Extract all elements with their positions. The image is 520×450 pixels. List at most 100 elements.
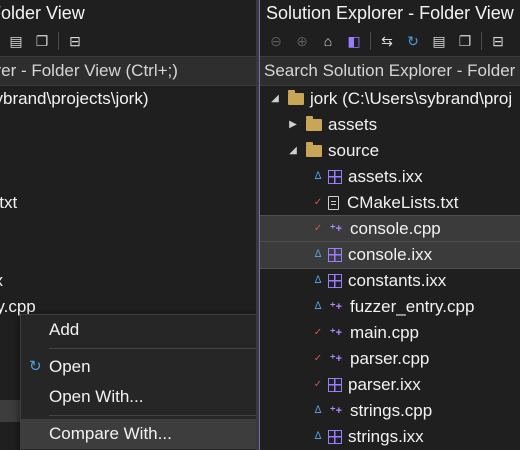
context-menu-separator <box>49 348 256 349</box>
tree-row-label: fuzzer_entry.cpp <box>350 297 475 316</box>
tree-row-label: main.cpp <box>350 323 419 342</box>
left-pane-title: Folder View <box>0 3 85 23</box>
collapse-all-icon[interactable]: ▤ <box>6 31 26 51</box>
left-solution-explorer-pane: Folder View ▤ ❐ ⊟ orer - Folder View (Ct… <box>0 0 256 450</box>
context-menu-add[interactable]: Add <box>21 315 256 345</box>
tree-row[interactable] <box>0 164 256 190</box>
tree-file-row[interactable]: ✓ ⁺+ console.cpp <box>260 215 520 243</box>
checked-in-lock-icon: ᐃ <box>314 249 322 260</box>
tree-row-label: console.cpp <box>350 219 441 238</box>
cpp-file-icon: ⁺+ <box>329 327 343 339</box>
tree-row[interactable] <box>0 242 256 268</box>
pending-edit-check-icon: ✓ <box>313 379 323 390</box>
tree-folder-row[interactable]: ◢ jork (C:\Users\sybrand\proj <box>260 86 520 112</box>
right-search-input[interactable]: Search Solution Explorer - Folder <box>260 56 520 86</box>
tree-folder-row[interactable]: ▶ assets <box>260 112 520 138</box>
tree-row-label: jork (C:\Users\sybrand\proj <box>310 89 513 108</box>
right-toolbar: ⊖ ⊕ ⌂ ◧ ⇆ ↻ ▤ ❐ ⊟ <box>260 26 520 56</box>
checked-in-lock-icon: ᐃ <box>314 405 322 416</box>
tree-file-row[interactable]: ✓ CMakeLists.txt <box>260 190 520 216</box>
properties-icon[interactable]: ⊟ <box>65 31 85 51</box>
folder-icon <box>306 116 322 131</box>
tree-folder-row[interactable]: ◢ source <box>260 138 520 164</box>
pending-edit-check-icon: ✓ <box>313 353 323 364</box>
tree-file-row[interactable]: ᐃ ⁺+ strings.cpp <box>260 398 520 424</box>
collapse-all-icon[interactable]: ▤ <box>429 31 449 51</box>
show-all-files-icon[interactable]: ❐ <box>455 31 475 51</box>
tree-file-row[interactable]: ✓ ⁺+ main.cpp <box>260 320 520 346</box>
toolbar-separator <box>481 32 482 50</box>
module-file-icon <box>328 378 342 392</box>
switch-views-icon[interactable]: ◧ <box>344 31 364 51</box>
right-pane-title: Solution Explorer - Folder View <box>266 3 514 23</box>
sync-icon[interactable]: ⇆ <box>377 31 397 51</box>
pending-edit-check-icon: ✓ <box>313 197 323 208</box>
tree-row[interactable]: sybrand\projects\jork) <box>0 86 256 112</box>
expand-arrow-icon[interactable]: ▶ <box>286 112 300 138</box>
tree-row[interactable] <box>0 138 256 164</box>
toolbar-separator <box>58 32 59 50</box>
tree-row-label: parser.cpp <box>350 349 430 368</box>
context-menu-open-with[interactable]: Open With... <box>21 382 256 412</box>
text-file-icon <box>328 196 339 210</box>
cpp-file-icon: ⁺+ <box>329 353 343 365</box>
folder-icon <box>288 90 304 105</box>
tree-row-label: console.ixx <box>348 245 433 264</box>
tree-file-row[interactable]: ᐃ constants.ixx <box>260 268 520 294</box>
properties-icon[interactable]: ⊟ <box>488 31 508 51</box>
context-menu: Add ↻ Open Open With... Compare With... <box>20 314 256 450</box>
module-file-icon <box>328 430 342 444</box>
right-solution-explorer-pane: Solution Explorer - Folder View ⊖ ⊕ ⌂ ◧ … <box>259 0 520 450</box>
back-icon[interactable]: ⊖ <box>266 31 286 51</box>
folder-icon <box>306 142 322 157</box>
tree-file-row[interactable]: ✓ ⁺+ parser.cpp <box>260 346 520 372</box>
collapse-arrow-icon[interactable]: ◢ <box>268 86 282 112</box>
tree-row-label: xx <box>0 268 3 294</box>
refresh-icon[interactable]: ↻ <box>403 31 423 51</box>
forward-icon[interactable]: ⊕ <box>292 31 312 51</box>
left-search-input[interactable]: orer - Folder View (Ctrl+;) <box>0 56 256 86</box>
tree-row[interactable] <box>0 112 256 138</box>
home-icon[interactable]: ⌂ <box>318 31 338 51</box>
checked-in-lock-icon: ᐃ <box>314 171 322 182</box>
tree-file-row[interactable]: ᐃ assets.ixx <box>260 164 520 190</box>
tree-row-label: CMakeLists.txt <box>347 193 459 212</box>
tree-file-row[interactable]: ᐃ console.ixx <box>260 241 520 269</box>
tree-file-row[interactable]: ✓ parser.ixx <box>260 372 520 398</box>
toolbar-separator <box>370 32 371 50</box>
tree-row[interactable]: xx <box>0 268 256 294</box>
tree-row-label: assets.ixx <box>348 167 423 186</box>
refresh-open-icon: ↻ <box>29 358 42 375</box>
cpp-file-icon: ⁺+ <box>329 301 343 313</box>
checked-in-lock-icon: ᐃ <box>314 301 322 312</box>
show-all-files-icon[interactable]: ❐ <box>32 31 52 51</box>
tree-row-label: strings.cpp <box>350 401 433 420</box>
tree-file-row[interactable]: ᐃ ⁺+ fuzzer_entry.cpp <box>260 294 520 320</box>
cpp-file-icon: ⁺+ <box>329 405 343 417</box>
tree-row[interactable]: p <box>0 216 256 242</box>
context-menu-open[interactable]: ↻ Open <box>21 352 256 382</box>
checked-in-lock-icon: ᐃ <box>314 275 322 286</box>
collapse-arrow-icon[interactable]: ◢ <box>286 138 300 164</box>
checked-in-lock-icon: ᐃ <box>314 431 322 442</box>
context-menu-compare-with[interactable]: Compare With... <box>21 419 256 449</box>
module-file-icon <box>328 170 342 184</box>
pending-edit-check-icon: ✓ <box>313 327 323 338</box>
pending-edit-check-icon: ✓ <box>313 223 323 234</box>
tree-row-label: parser.ixx <box>348 375 421 394</box>
tree-row[interactable]: s.txt <box>0 190 256 216</box>
tree-row-label: s.txt <box>0 193 18 212</box>
tree-row-label: strings.ixx <box>348 427 424 446</box>
tree-file-row[interactable]: ᐃ strings.ixx <box>260 424 520 450</box>
module-file-icon <box>328 274 342 288</box>
tree-row-label: assets <box>328 115 378 134</box>
tree-row-label: sybrand\projects\jork) <box>0 89 149 108</box>
highlighted-row-fragment <box>0 400 20 422</box>
module-file-icon <box>328 248 342 262</box>
right-file-tree: ◢ jork (C:\Users\sybrand\proj ▶ assets ◢ sour… <box>260 86 520 450</box>
context-menu-separator <box>49 415 256 416</box>
left-file-tree: sybrand\projects\jork)s.txtpxxtry.cpp <box>0 86 256 320</box>
cpp-file-icon: ⁺+ <box>329 223 343 235</box>
tree-row-label: source <box>328 141 380 160</box>
tree-row-label: constants.ixx <box>348 271 447 290</box>
